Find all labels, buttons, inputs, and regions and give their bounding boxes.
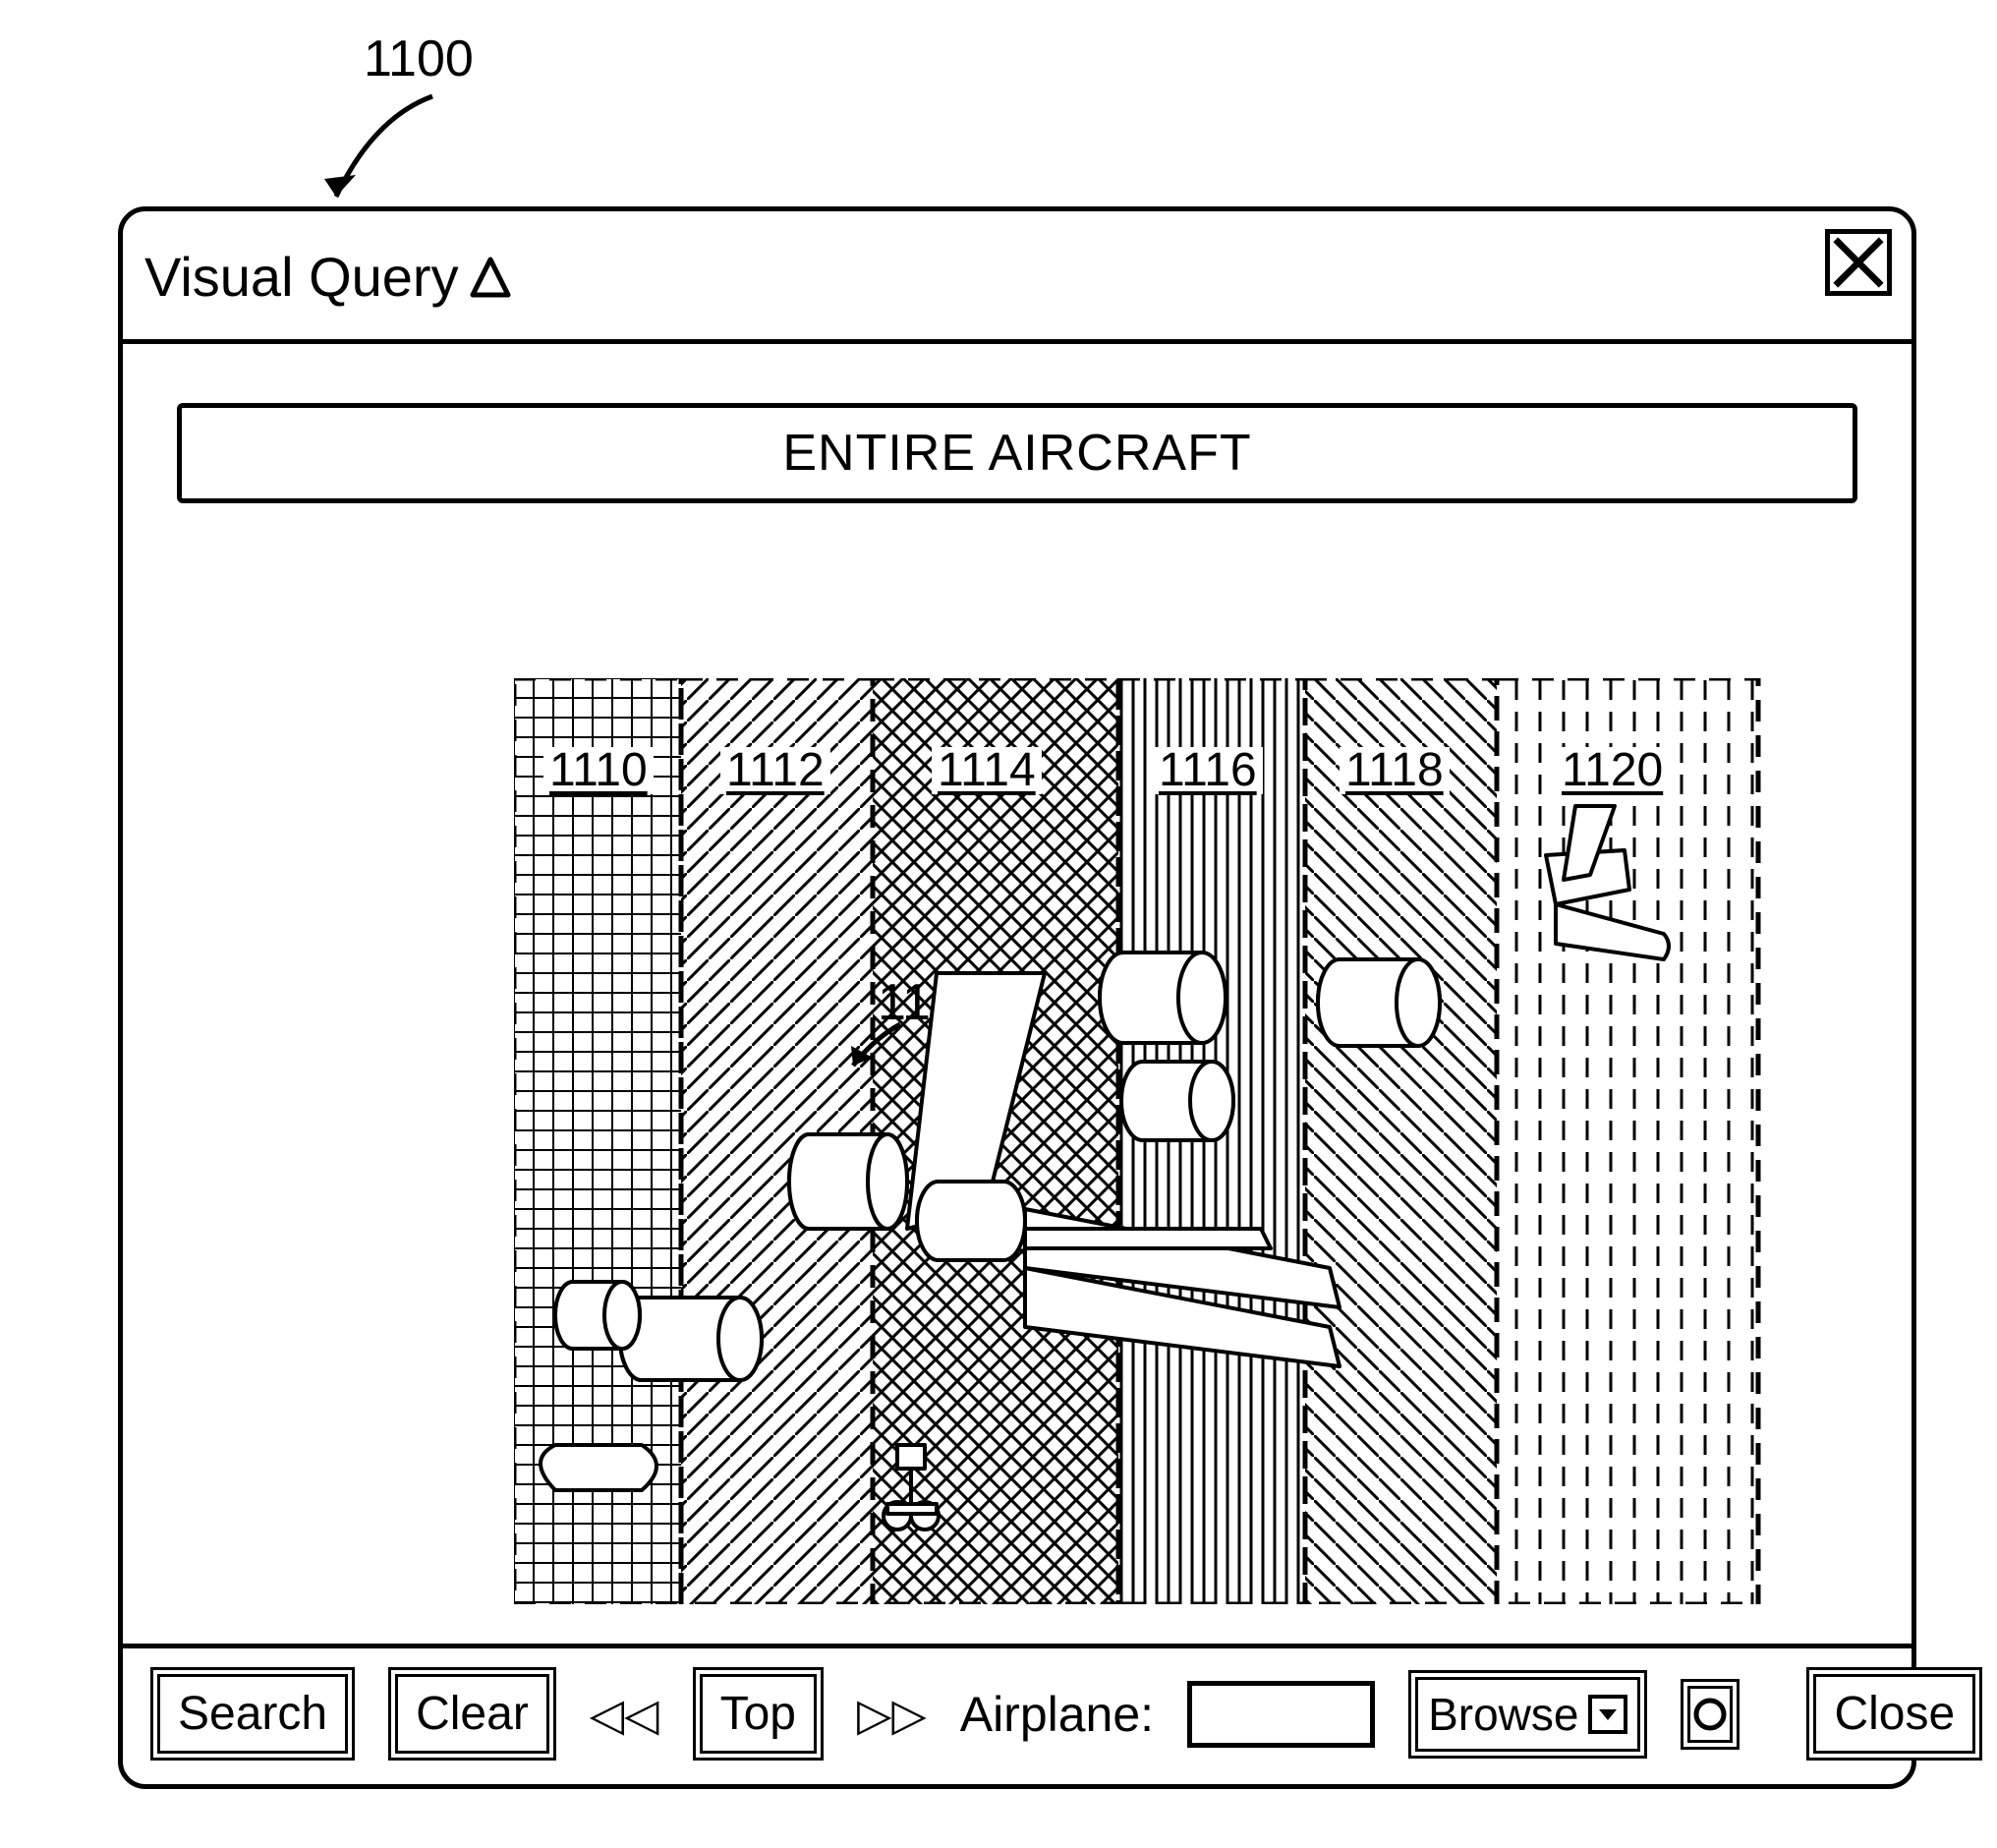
chevron-down-icon [1588, 1695, 1627, 1734]
section-ref-1112: 1112 [720, 747, 830, 794]
window-close-button[interactable] [1825, 229, 1892, 296]
section-ref-1116: 1116 [1153, 747, 1263, 794]
clear-button[interactable]: Clear [388, 1667, 556, 1761]
section-ref-1120: 1120 [1556, 747, 1669, 794]
sections-svg [514, 678, 1762, 1604]
window-titlebar: Visual Query [123, 211, 1911, 344]
close-button[interactable]: Close [1806, 1667, 1982, 1761]
browse-dropdown[interactable]: Browse [1408, 1670, 1647, 1759]
section-ref-1114: 1114 [932, 747, 1042, 794]
breadcrumb-banner[interactable]: ENTIRE AIRCRAFT [177, 403, 1857, 503]
next-icon[interactable]: ▷▷ [857, 1688, 927, 1741]
bottom-toolbar: Search Clear ◁◁ Top ▷▷ Airplane: Browse … [123, 1644, 1911, 1779]
figure-stage: 1100 1104 1105 1108 1102 Visual Query [0, 0, 1997, 1848]
banner-text: ENTIRE AIRCRAFT [782, 424, 1251, 483]
figure-ref-1100: 1100 [364, 29, 474, 88]
top-button[interactable]: Top [693, 1667, 824, 1761]
window-title-text: Visual Query [144, 245, 459, 309]
app-window: Visual Query ENTIRE AIRCRAFT 1106 [118, 206, 1916, 1789]
exploded-view-area: 1110 1112 1114 1116 1118 1120 [514, 678, 1762, 1604]
airplane-label: Airplane: [960, 1686, 1154, 1743]
airplane-input[interactable] [1187, 1681, 1375, 1748]
content-area: ENTIRE AIRCRAFT 1106 [123, 344, 1911, 1644]
record-button[interactable] [1681, 1679, 1740, 1750]
circle-icon [1690, 1695, 1730, 1734]
title-triangle-icon [467, 254, 514, 301]
section-ref-1118: 1118 [1340, 747, 1450, 794]
prev-icon[interactable]: ◁◁ [590, 1688, 659, 1741]
window-title: Visual Query [144, 245, 514, 309]
section-ref-1110: 1110 [543, 747, 654, 794]
browse-label: Browse [1428, 1688, 1578, 1741]
search-button[interactable]: Search [150, 1667, 355, 1761]
leader-arrow-1100 [314, 88, 482, 221]
